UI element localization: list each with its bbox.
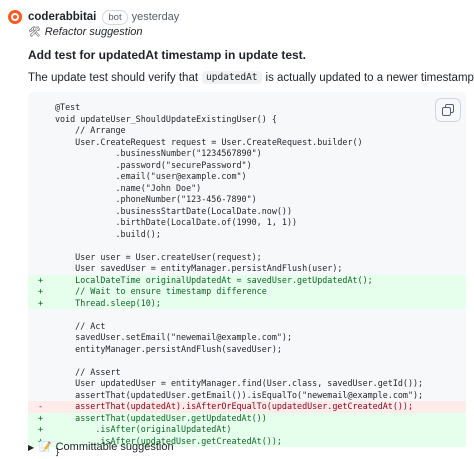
coderabbit-avatar[interactable] xyxy=(8,10,22,24)
code-line: .build(); xyxy=(28,229,466,241)
code-line: entityManager.persistAndFlush(savedUser)… xyxy=(28,344,466,356)
refactor-tag: 🛠 Refactor suggestion xyxy=(28,26,143,38)
code-text: LocalDateTime originalUpdatedAt = savedU… xyxy=(55,274,373,285)
comment-timestamp[interactable]: yesterday xyxy=(132,11,180,23)
code-text: // Assert xyxy=(55,366,121,377)
code-text: User user = User.createUser(request); xyxy=(55,251,262,262)
code-line: savedUser.setEmail("newemail@example.com… xyxy=(28,332,466,344)
code-text: savedUser.setEmail("newemail@example.com… xyxy=(55,332,292,342)
code-line-removed: - assertThat(updatedAt).isAfterOrEqualTo… xyxy=(28,401,466,413)
code-text: .email("user@example.com") xyxy=(55,171,247,181)
code-text: .isAfter(originalUpdatedAt) xyxy=(55,424,232,434)
diff-marker: + xyxy=(38,274,44,285)
code-line: User user = User.createUser(request); xyxy=(28,252,466,264)
code-text: User updatedUser = entityManager.find(Us… xyxy=(55,378,424,388)
code-line-added: + Thread.sleep(10); xyxy=(28,297,466,309)
inline-code: updatedAt xyxy=(202,71,262,84)
code-text: .businessNumber("1234567890") xyxy=(55,148,262,158)
code-text: entityManager.persistAndFlush(savedUser)… xyxy=(55,343,282,354)
author-name[interactable]: coderabbitai xyxy=(28,11,96,23)
code-line: User updatedUser = entityManager.find(Us… xyxy=(28,378,466,390)
code-text: Thread.sleep(10); xyxy=(55,297,161,308)
comment-header: coderabbitai bot yesterday xyxy=(8,8,179,26)
code-line-added: + assertThat(updatedUser.getUpdatedAt()) xyxy=(28,412,466,424)
code-line-added: + LocalDateTime originalUpdatedAt = save… xyxy=(28,274,466,286)
code-text: .birthDate(LocalDate.of(1990, 1, 1)) xyxy=(55,217,298,227)
code-lines: @Test void updateUser_ShouldUpdateExistin… xyxy=(28,102,466,459)
code-line: .email("user@example.com") xyxy=(28,171,466,183)
code-text: .password("securePassword") xyxy=(55,159,252,170)
triangle-right-icon: ▶ xyxy=(28,442,35,452)
suggestion-code-block: @Test void updateUser_ShouldUpdateExistin… xyxy=(28,92,466,457)
code-text: .build(); xyxy=(55,228,161,239)
code-line: // Assert xyxy=(28,367,466,379)
code-text: User savedUser = entityManager.persistAn… xyxy=(55,263,343,273)
description-text-before: The update test should verify that xyxy=(28,71,199,84)
code-line: // Arrange xyxy=(28,125,466,137)
code-text: assertThat(updatedUser.getEmail()).isEqu… xyxy=(55,389,424,400)
code-line: // Act xyxy=(28,321,466,333)
diff-marker: + xyxy=(38,424,44,434)
code-text: @Test xyxy=(55,102,81,112)
diff-marker: + xyxy=(38,286,44,296)
code-text: // Wait to ensure timestamp difference xyxy=(55,286,267,296)
code-text: void updateUser_ShouldUpdateExistingUser… xyxy=(55,113,277,124)
code-text: .name("John Doe") xyxy=(55,182,202,193)
code-text: assertThat(updatedAt).isAfterOrEqualTo(u… xyxy=(55,401,413,411)
code-line: .phoneNumber("123-456-7890") xyxy=(28,194,466,206)
code-line: .password("securePassword") xyxy=(28,160,466,172)
diff-marker: + xyxy=(38,297,44,308)
code-text: .phoneNumber("123-456-7890") xyxy=(55,194,257,204)
code-line: @Test xyxy=(28,102,466,114)
code-line: assertThat(updatedUser.getEmail()).isEqu… xyxy=(28,390,466,402)
code-line: .name("John Doe") xyxy=(28,183,466,195)
code-line-added: + .isAfter(originalUpdatedAt) xyxy=(28,424,466,436)
suggestion-icon: 📝 xyxy=(39,441,52,453)
code-text: assertThat(updatedUser.getUpdatedAt()) xyxy=(55,412,267,423)
code-line: void updateUser_ShouldUpdateExistingUser… xyxy=(28,114,466,126)
comment-description: The update test should verify that updat… xyxy=(28,71,474,84)
tag-label: Refactor suggestion xyxy=(44,26,143,38)
diff-marker: + xyxy=(38,412,44,423)
description-text-after: is actually updated to a newer timestamp… xyxy=(265,71,474,84)
code-line: .businessNumber("1234567890") xyxy=(28,148,466,160)
code-line-added: + // Wait to ensure timestamp difference xyxy=(28,286,466,298)
code-line: .birthDate(LocalDate.of(1990, 1, 1)) xyxy=(28,217,466,229)
diff-marker: - xyxy=(38,401,44,411)
code-line: User.CreateRequest request = User.Create… xyxy=(28,137,466,149)
committable-suggestion-toggle[interactable]: ▶ 📝 Committable suggestion xyxy=(28,441,174,453)
tools-icon: 🛠 xyxy=(28,26,41,38)
code-text: User.CreateRequest request = User.Create… xyxy=(55,136,363,147)
code-line: User savedUser = entityManager.persistAn… xyxy=(28,263,466,275)
code-text: // Arrange xyxy=(55,125,126,135)
footer-label: Committable suggestion xyxy=(55,441,174,453)
bot-badge: bot xyxy=(102,9,128,25)
code-text: .businessStartDate(LocalDate.now()) xyxy=(55,205,292,216)
code-text: // Act xyxy=(55,320,106,331)
code-line: .businessStartDate(LocalDate.now()) xyxy=(28,206,466,218)
comment-title: Add test for updatedAt timestamp in upda… xyxy=(28,48,307,62)
